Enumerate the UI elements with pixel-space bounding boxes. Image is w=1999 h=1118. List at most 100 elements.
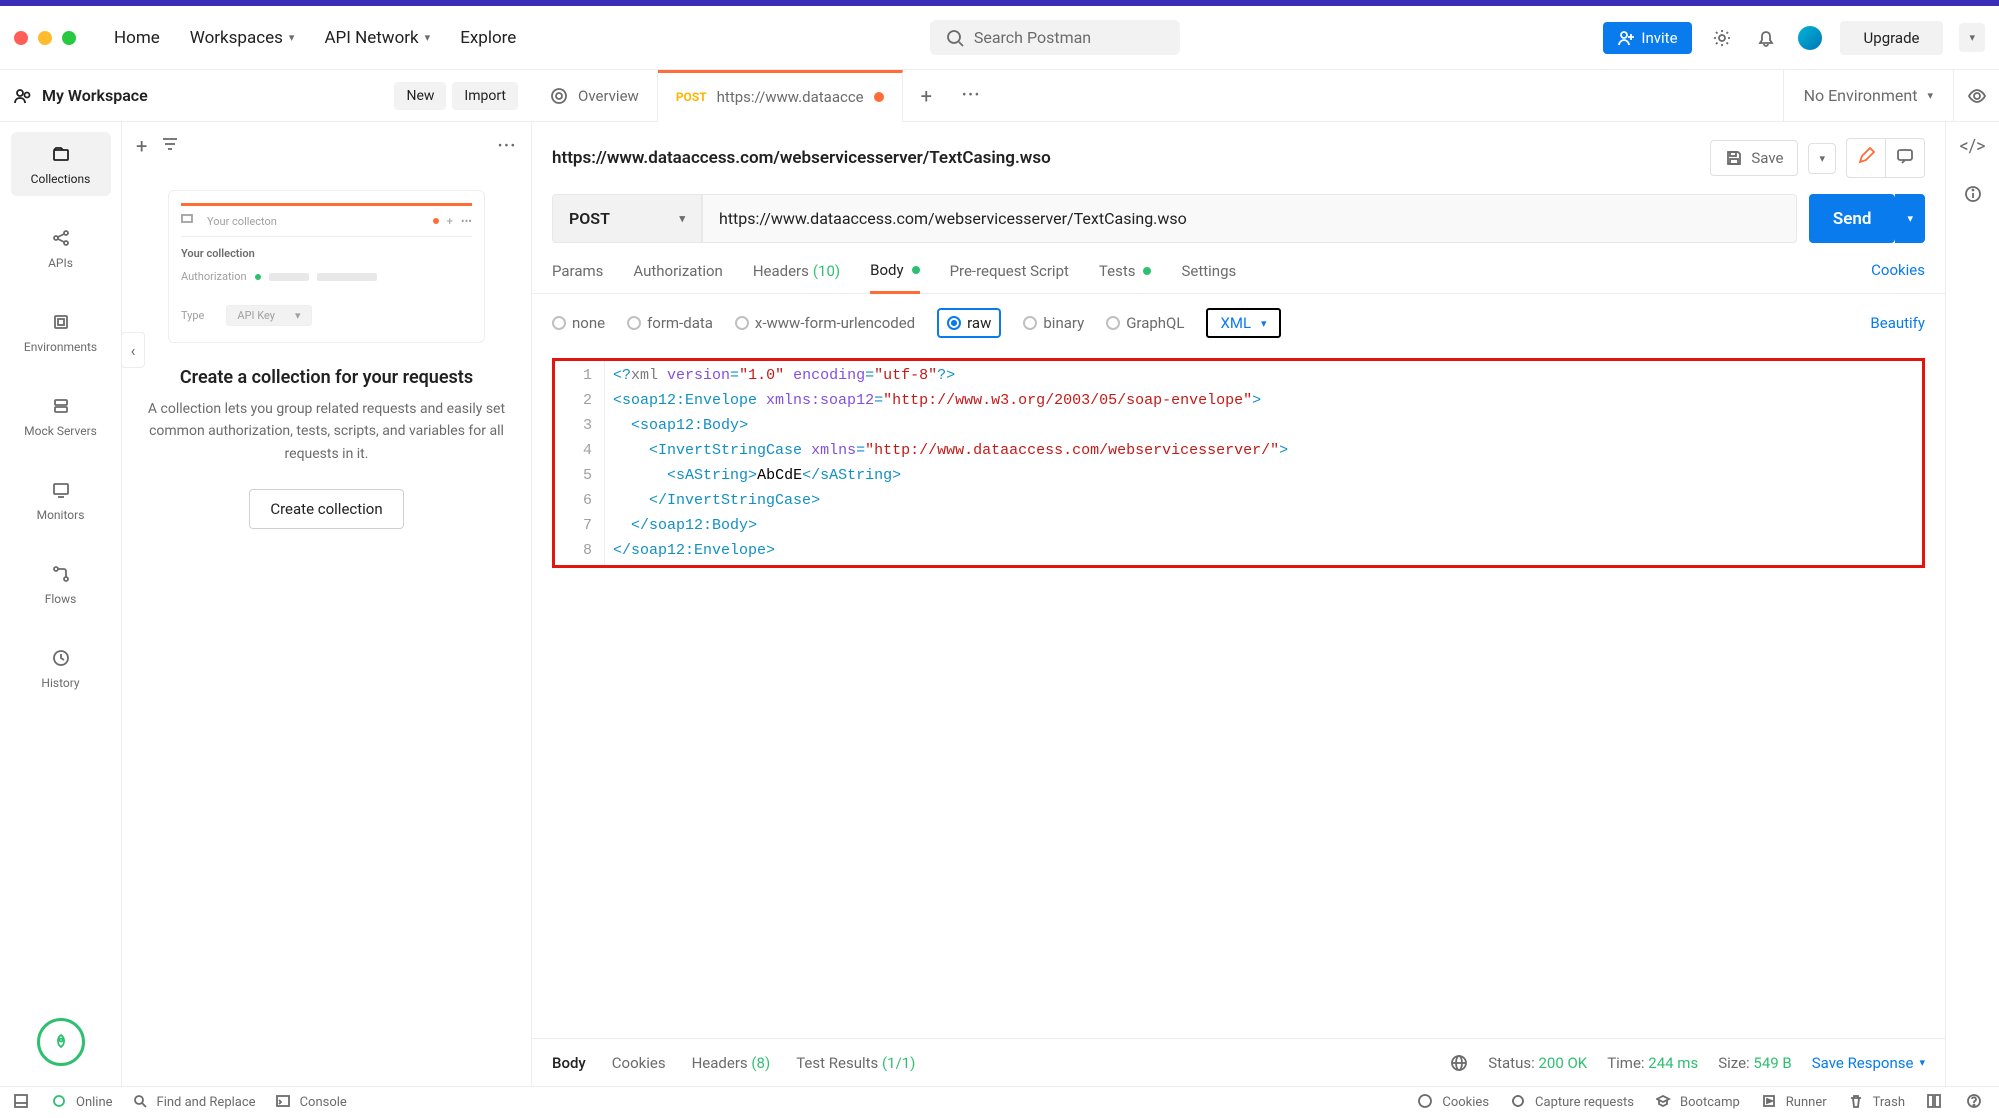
close-icon[interactable] [14,31,28,45]
invite-button[interactable]: Invite [1603,22,1691,54]
bodytype-x-www-form-urlencoded[interactable]: x-www-form-urlencoded [735,314,915,332]
environment-quicklook-icon[interactable] [1953,70,1999,122]
create-collection-button[interactable]: Create collection [249,489,403,529]
reqtab-prerequest[interactable]: Pre-request Script [950,261,1069,293]
person-plus-icon [1617,29,1635,47]
bell-icon[interactable] [1752,24,1780,52]
bodytype-none[interactable]: none [552,314,605,332]
tab-more-icon[interactable]: ••• [950,88,993,103]
sidebar-item-environments[interactable]: Environments [11,300,111,364]
bodytype-form-data[interactable]: form-data [627,314,713,332]
upgrade-button[interactable]: Upgrade [1840,21,1944,55]
console[interactable]: Console [276,1094,347,1112]
upgrade-dropdown[interactable]: ▾ [1959,23,1985,52]
sidebar-item-mock-servers[interactable]: Mock Servers [11,384,111,448]
nav-api-network[interactable]: API Network▾ [314,22,440,54]
nav-workspaces[interactable]: Workspaces▾ [180,22,305,54]
workspace-name[interactable]: My Workspace [42,86,148,105]
maximize-icon[interactable] [62,31,76,45]
send-dropdown[interactable]: ▾ [1895,194,1925,243]
reqtab-body[interactable]: Body [870,261,919,294]
settings-icon[interactable] [1708,24,1736,52]
raw-format-select[interactable]: XML▾ [1206,308,1280,338]
time-label: Time: 244 ms [1607,1054,1698,1072]
import-button[interactable]: Import [452,82,518,110]
status-bar: Online Find and Replace Console Cookies … [0,1086,1999,1118]
reqtab-headers[interactable]: Headers (10) [753,261,840,293]
filter-icon[interactable] [161,135,179,157]
find-replace[interactable]: Find and Replace [133,1094,256,1112]
status-cookies[interactable]: Cookies [1418,1094,1489,1112]
active-dot-icon [1143,267,1151,275]
code-editor[interactable]: 12345678 <?xml version="1.0" encoding="u… [552,358,1925,568]
resp-tab-body[interactable]: Body [552,1054,586,1072]
search-input[interactable]: Search Postman [930,20,1180,55]
unsaved-dot-icon [874,92,884,102]
bodytype-graphql[interactable]: GraphQL [1106,314,1184,332]
workspace-header: My Workspace New Import [0,70,532,122]
reqtab-settings[interactable]: Settings [1181,261,1236,293]
tab-method-label: POST [676,90,707,104]
tab-request[interactable]: POST https://www.dataacce [658,70,903,122]
pane-icon[interactable] [14,1094,32,1112]
save-response-button[interactable]: Save Response▾ [1812,1054,1925,1072]
comment-icon[interactable] [1885,139,1924,177]
environment-select[interactable]: No Environment▾ [1783,70,1953,122]
sidebar-item-history[interactable]: History [11,636,111,700]
resp-tab-headers[interactable]: Headers (8) [692,1054,771,1072]
edit-icon[interactable] [1847,139,1885,177]
reqtab-authorization[interactable]: Authorization [633,261,722,293]
globe-icon[interactable] [1450,1054,1468,1072]
reqtab-params[interactable]: Params [552,261,603,293]
sidebar-item-flows[interactable]: Flows [11,552,111,616]
layout-icon[interactable] [1927,1094,1945,1112]
history-icon [49,646,73,670]
beautify-link[interactable]: Beautify [1870,314,1925,332]
help-icon[interactable] [1967,1094,1985,1112]
avatar[interactable] [1796,24,1824,52]
method-select[interactable]: POST▾ [552,194,702,243]
bodytype-raw[interactable]: raw [937,308,1001,338]
line-gutter: 12345678 [555,361,605,565]
url-input[interactable]: https://www.dataaccess.com/webservicesse… [702,194,1797,243]
status-runner[interactable]: Runner [1762,1094,1827,1112]
sidebar-item-apis[interactable]: APIs [11,216,111,280]
code-icon[interactable]: </> [1960,136,1986,157]
bodytype-binary[interactable]: binary [1023,314,1084,332]
server-icon [49,394,73,418]
code-body[interactable]: <?xml version="1.0" encoding="utf-8"?><s… [605,361,1296,565]
rocket-icon[interactable] [37,1018,85,1066]
illustration: Your collecton+••• Your collection Autho… [168,190,485,343]
add-button[interactable]: + [136,134,147,158]
chevron-down-icon: ▾ [289,31,295,44]
resp-tab-tests[interactable]: Test Results (1/1) [796,1054,915,1072]
status-bootcamp[interactable]: Bootcamp [1656,1094,1740,1112]
new-button[interactable]: New [394,82,446,110]
more-icon[interactable]: ••• [498,139,517,154]
minimize-icon[interactable] [38,31,52,45]
right-gutter: </> [1945,122,1999,1086]
nav-explore[interactable]: Explore [450,22,526,54]
content: Overview POST https://www.dataacce + •••… [532,70,1999,1086]
cookies-link[interactable]: Cookies [1871,261,1925,293]
nav-home[interactable]: Home [104,22,170,54]
active-dot-icon [912,266,920,274]
status-capture[interactable]: Capture requests [1511,1094,1634,1112]
status-trash[interactable]: Trash [1849,1094,1905,1112]
save-button[interactable]: Save [1710,140,1798,176]
folder-icon [49,142,73,166]
send-button[interactable]: Send [1809,194,1896,243]
response-bar: Body Cookies Headers (8) Test Results (1… [532,1038,1945,1086]
resp-tab-cookies[interactable]: Cookies [612,1054,666,1072]
reqtab-tests[interactable]: Tests [1099,261,1152,293]
status-label: Status: 200 OK [1488,1054,1587,1072]
online-status[interactable]: Online [52,1094,113,1112]
sidebar-item-monitors[interactable]: Monitors [11,468,111,532]
sidebar-item-collections[interactable]: Collections [11,132,111,196]
collapse-panel-icon[interactable]: ‹ [121,332,145,368]
new-tab-button[interactable]: + [903,84,950,108]
save-dropdown[interactable]: ▾ [1808,143,1836,174]
tab-overview[interactable]: Overview [532,70,658,122]
info-icon[interactable] [1964,185,1982,208]
save-icon [1725,149,1743,167]
